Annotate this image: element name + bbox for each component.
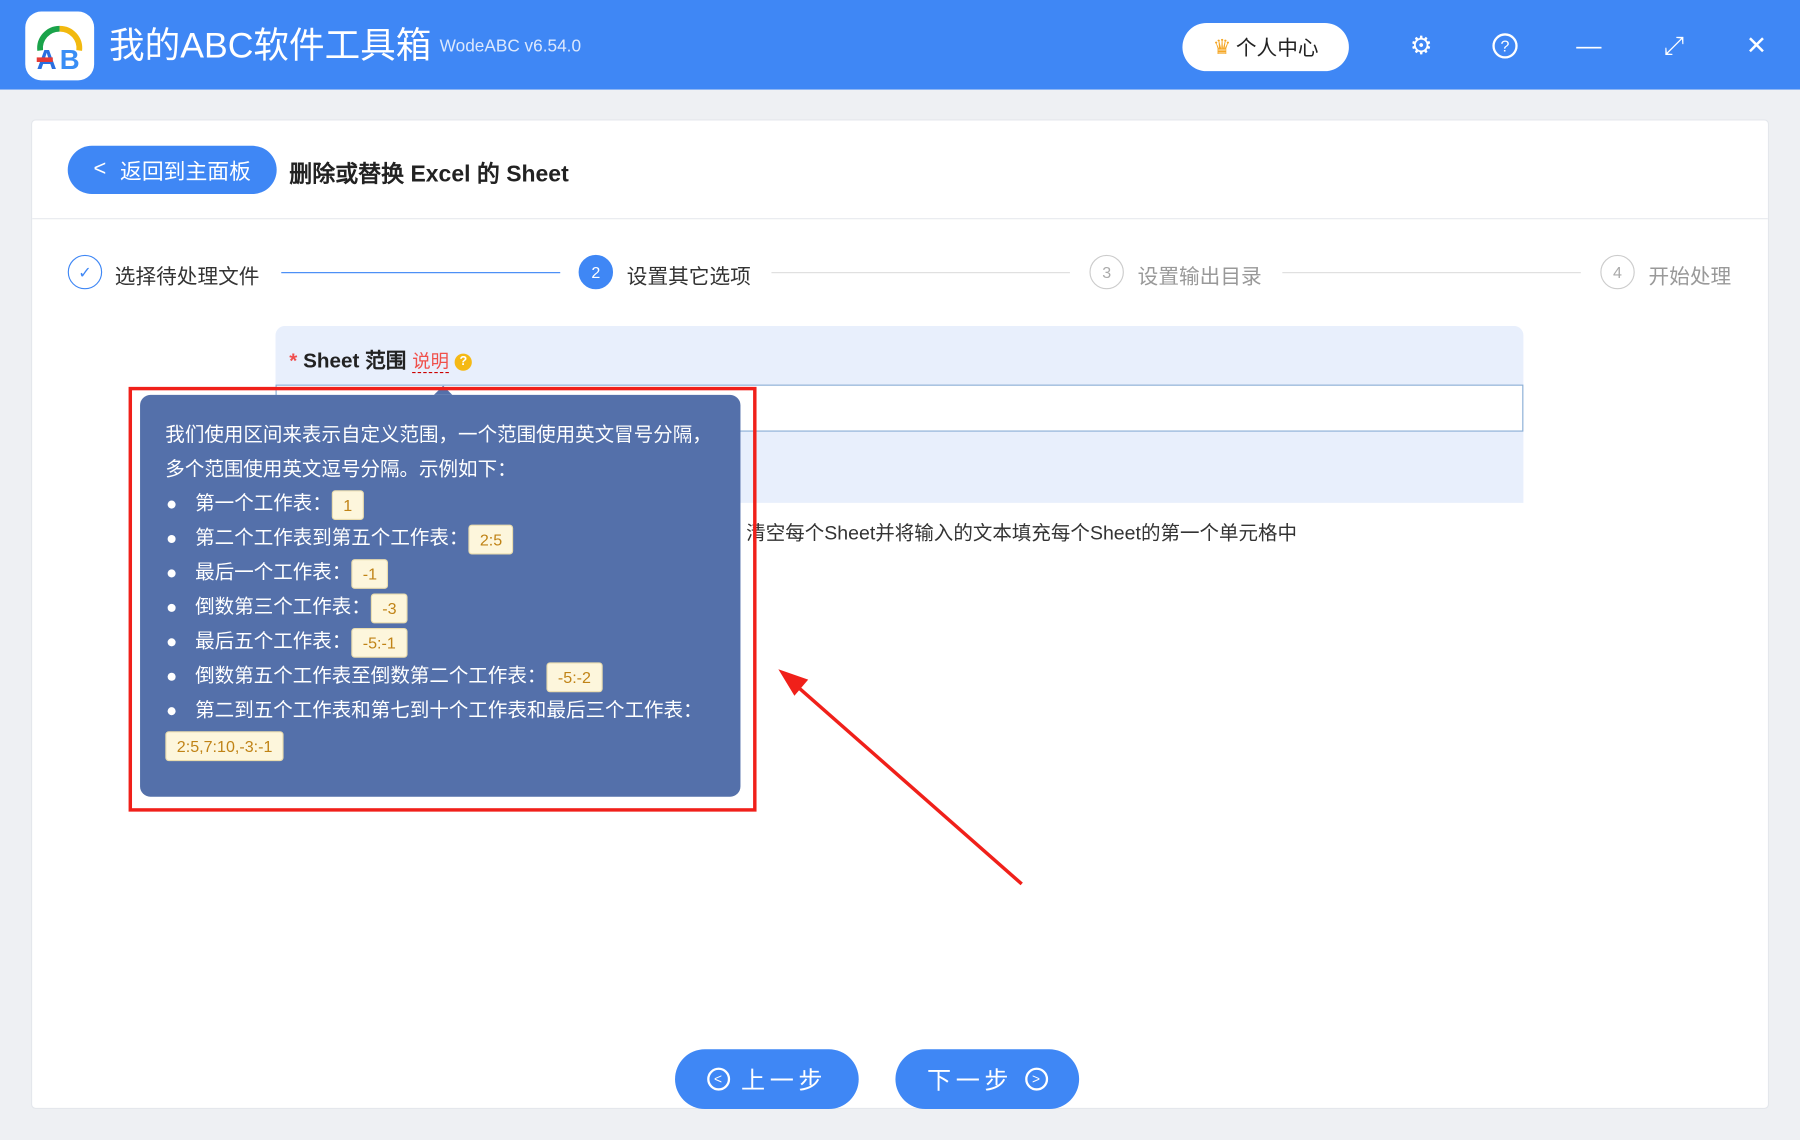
annotation-arrow-icon [778,669,1023,886]
app-window: AB 我的ABC软件工具箱 WodeABC v6.54.0 ♛个人中心 ⚙ ? … [0,0,1800,1140]
chevron-right-circle-icon: > [1024,1067,1048,1091]
next-step-button[interactable]: 下一步 > [895,1049,1080,1109]
previous-step-button[interactable]: < 上一步 [675,1049,859,1109]
next-label: 下一步 [927,1067,1014,1095]
chevron-left-circle-icon: < [706,1067,730,1091]
prev-label: 上一步 [741,1067,828,1095]
